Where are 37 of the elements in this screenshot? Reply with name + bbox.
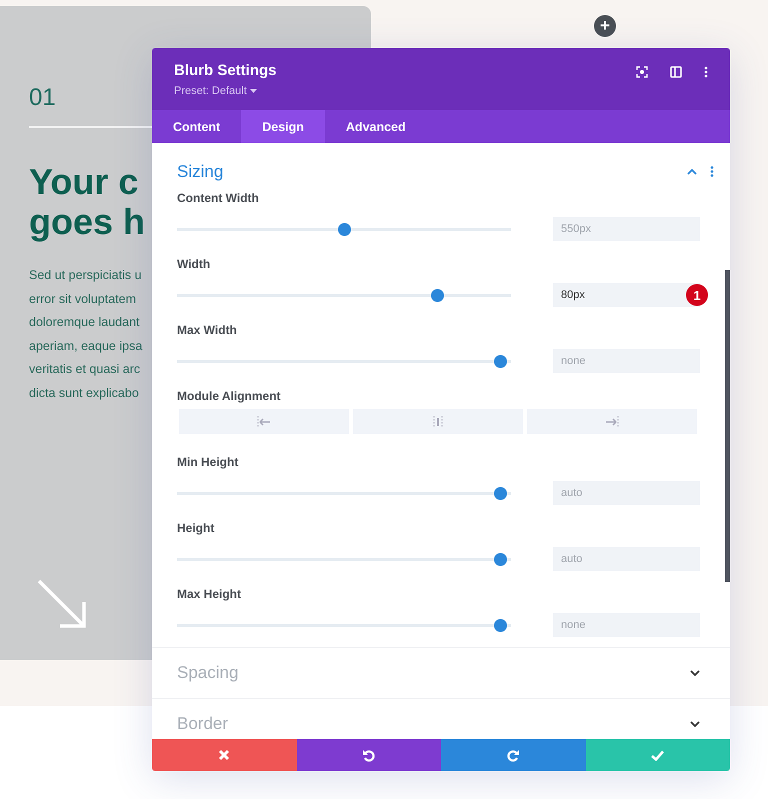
- value-field[interactable]: 550px: [553, 217, 700, 241]
- more-icon[interactable]: [710, 166, 714, 177]
- close-icon: [218, 749, 230, 761]
- align-center-icon: [431, 416, 445, 428]
- arrow-icon: [36, 578, 88, 630]
- section-title[interactable]: Sizing: [177, 162, 224, 182]
- more-icon[interactable]: [704, 66, 708, 78]
- check-icon: [651, 750, 664, 760]
- paragraph: Sed ut perspiciatis u error sit voluptatem doloremque laudant aperiam, eaque ipsa veritatis et quasi arc dicta sunt explicabo: [29, 267, 142, 402]
- setting-label: Height: [177, 520, 216, 535]
- tab[interactable]: Content: [152, 110, 242, 143]
- sidebar-icon[interactable]: [670, 66, 682, 78]
- caret-icon: [250, 89, 257, 94]
- heading: Your c goes h: [29, 162, 146, 242]
- step-badge: 1: [686, 284, 708, 306]
- setting-label: Max Width: [177, 322, 238, 337]
- value-field[interactable]: auto: [553, 481, 700, 505]
- setting-label: Width: [177, 256, 212, 271]
- redo-icon: [506, 748, 520, 762]
- tab[interactable]: Advanced: [324, 110, 427, 143]
- step-number: 01: [29, 84, 56, 112]
- tab[interactable]: Design: [241, 110, 325, 143]
- chevron-icon[interactable]: [690, 670, 700, 676]
- undo-icon: [362, 748, 376, 762]
- align-right-icon: [605, 416, 619, 428]
- value-field[interactable]: none: [553, 349, 700, 373]
- setting-label: Module Alignment: [177, 388, 282, 403]
- setting-label: Content Width: [177, 190, 260, 205]
- setting-label: Min Height: [177, 454, 240, 469]
- focus-icon[interactable]: [636, 66, 648, 78]
- value-field[interactable]: none: [553, 613, 700, 637]
- window-title: Blurb Settings: [174, 62, 277, 79]
- chevron-icon[interactable]: [690, 721, 700, 727]
- preset-dropdown[interactable]: Preset: Default: [174, 85, 277, 97]
- setting-label: Max Height: [177, 586, 242, 601]
- value-field[interactable]: auto: [553, 547, 700, 571]
- align-left-icon: [257, 416, 271, 428]
